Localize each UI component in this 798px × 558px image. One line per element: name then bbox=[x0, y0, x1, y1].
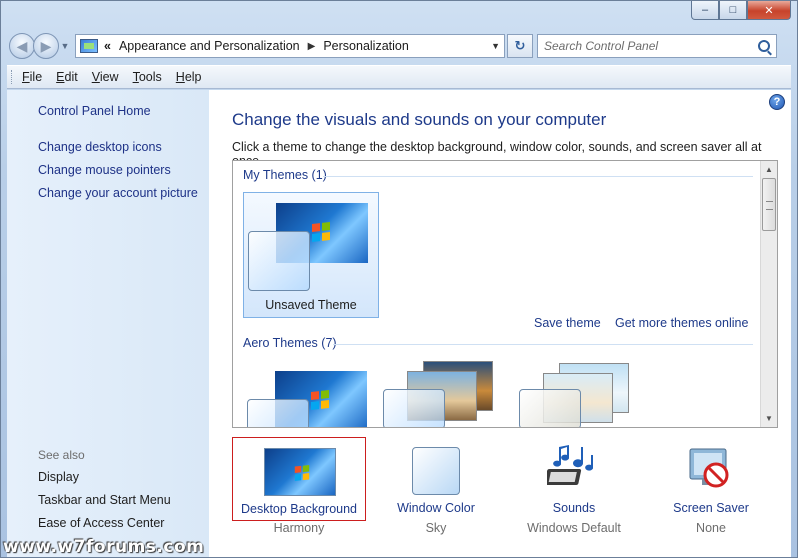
search-icon[interactable] bbox=[758, 40, 770, 52]
menu-help[interactable]: Help bbox=[176, 70, 202, 84]
refresh-button[interactable]: ↻ bbox=[507, 34, 533, 58]
sounds-label[interactable]: Sounds bbox=[507, 501, 641, 515]
menu-edit[interactable]: Edit bbox=[56, 70, 78, 84]
my-themes-header: My Themes (1) bbox=[243, 168, 327, 182]
see-also-ease-of-access[interactable]: Ease of Access Center bbox=[38, 516, 164, 530]
group-divider bbox=[333, 344, 753, 345]
breadcrumb-overflow[interactable]: « bbox=[104, 39, 111, 53]
theme-list[interactable]: My Themes (1) Unsaved Theme Save theme G… bbox=[232, 160, 778, 428]
windows-logo-icon bbox=[312, 222, 330, 242]
scroll-thumb[interactable] bbox=[762, 178, 776, 231]
watermark: www.w7forums.com bbox=[3, 537, 205, 557]
menu-grip bbox=[11, 70, 14, 84]
window-color-value: Sky bbox=[425, 521, 447, 535]
window-color-label[interactable]: Window Color bbox=[369, 501, 503, 515]
group-divider bbox=[323, 176, 753, 177]
theme-label: Unsaved Theme bbox=[265, 298, 357, 312]
get-more-themes-link[interactable]: Get more themes online bbox=[615, 316, 748, 330]
breadcrumb-appearance[interactable]: Appearance and Personalization bbox=[119, 39, 300, 53]
screen-saver-label[interactable]: Screen Saver bbox=[644, 501, 778, 515]
sounds-icon bbox=[547, 445, 594, 485]
control-panel-icon bbox=[80, 39, 98, 53]
see-also-label: See also bbox=[38, 448, 85, 462]
minimize-button[interactable]: – bbox=[691, 1, 719, 20]
desktop-background-value: Harmony bbox=[273, 521, 325, 535]
maximize-button[interactable]: □ bbox=[719, 1, 747, 20]
window-frame: – □ ✕ ◀ ▶ ▼ « Appearance and Personaliza… bbox=[0, 0, 798, 558]
address-bar[interactable]: « Appearance and Personalization ▶ Perso… bbox=[75, 34, 505, 58]
save-theme-link[interactable]: Save theme bbox=[534, 316, 601, 330]
search-box[interactable]: Search Control Panel bbox=[537, 34, 777, 58]
see-also-display[interactable]: Display bbox=[38, 470, 79, 484]
help-icon[interactable]: ? bbox=[769, 94, 785, 110]
recent-pages-dropdown[interactable]: ▼ bbox=[59, 41, 71, 51]
navigation-bar: ◀ ▶ ▼ « Appearance and Personalization ▶… bbox=[9, 31, 791, 61]
aero-themes-header: Aero Themes (7) bbox=[243, 336, 337, 350]
sidebar-change-mouse-pointers[interactable]: Change mouse pointers bbox=[38, 163, 171, 177]
forward-arrow-icon: ▶ bbox=[40, 37, 52, 54]
page-title: Change the visuals and sounds on your co… bbox=[232, 110, 607, 129]
close-button[interactable]: ✕ bbox=[747, 1, 791, 20]
breadcrumb-personalization[interactable]: Personalization bbox=[323, 39, 408, 53]
back-button[interactable]: ◀ bbox=[9, 33, 35, 59]
search-input[interactable]: Search Control Panel bbox=[544, 39, 758, 53]
menu-view[interactable]: View bbox=[92, 70, 119, 84]
window-color-button[interactable]: Window Color bbox=[369, 437, 503, 521]
sidebar-change-account-picture[interactable]: Change your account picture bbox=[38, 186, 198, 200]
see-also-taskbar[interactable]: Taskbar and Start Menu bbox=[38, 493, 171, 507]
windows-logo-icon bbox=[294, 465, 310, 481]
window-color-swatch bbox=[248, 231, 310, 291]
screen-saver-value: None bbox=[696, 521, 726, 535]
screen-saver-icon bbox=[689, 448, 729, 488]
window-color-icon bbox=[412, 447, 460, 495]
sidebar-change-desktop-icons[interactable]: Change desktop icons bbox=[38, 140, 162, 154]
sounds-value: Windows Default bbox=[527, 521, 621, 535]
desktop-background-label[interactable]: Desktop Background bbox=[233, 502, 365, 516]
scroll-up-icon[interactable]: ▲ bbox=[761, 161, 777, 178]
scroll-down-icon[interactable]: ▼ bbox=[761, 410, 777, 427]
desktop-background-button[interactable]: Desktop Background bbox=[232, 437, 366, 521]
theme-list-scrollbar[interactable]: ▲ ▼ bbox=[760, 161, 777, 427]
menu-file[interactable]: File bbox=[22, 70, 42, 84]
breadcrumb-separator-icon[interactable]: ▶ bbox=[308, 41, 316, 52]
desktop-background-icon bbox=[264, 448, 336, 496]
sounds-button[interactable]: Sounds bbox=[507, 437, 641, 521]
sidebar: Control Panel Home Change desktop icons … bbox=[7, 90, 209, 557]
refresh-icon: ↻ bbox=[514, 38, 526, 53]
window-color-swatch bbox=[383, 389, 445, 427]
menu-tools[interactable]: Tools bbox=[133, 70, 162, 84]
screen-saver-button[interactable]: Screen Saver bbox=[644, 437, 778, 521]
back-arrow-icon: ◀ bbox=[16, 37, 28, 54]
sidebar-control-panel-home[interactable]: Control Panel Home bbox=[38, 104, 151, 118]
caption-buttons: – □ ✕ bbox=[691, 1, 791, 20]
window-color-swatch bbox=[247, 399, 309, 427]
breadcrumb: « Appearance and Personalization ▶ Perso… bbox=[104, 39, 409, 53]
theme-unsaved[interactable]: Unsaved Theme bbox=[243, 192, 379, 318]
menu-bar: File Edit View Tools Help bbox=[7, 65, 791, 89]
forward-button[interactable]: ▶ bbox=[33, 33, 59, 59]
address-dropdown-icon[interactable]: ▼ bbox=[491, 41, 500, 51]
window-color-swatch bbox=[519, 389, 581, 427]
windows-logo-icon bbox=[311, 390, 329, 410]
